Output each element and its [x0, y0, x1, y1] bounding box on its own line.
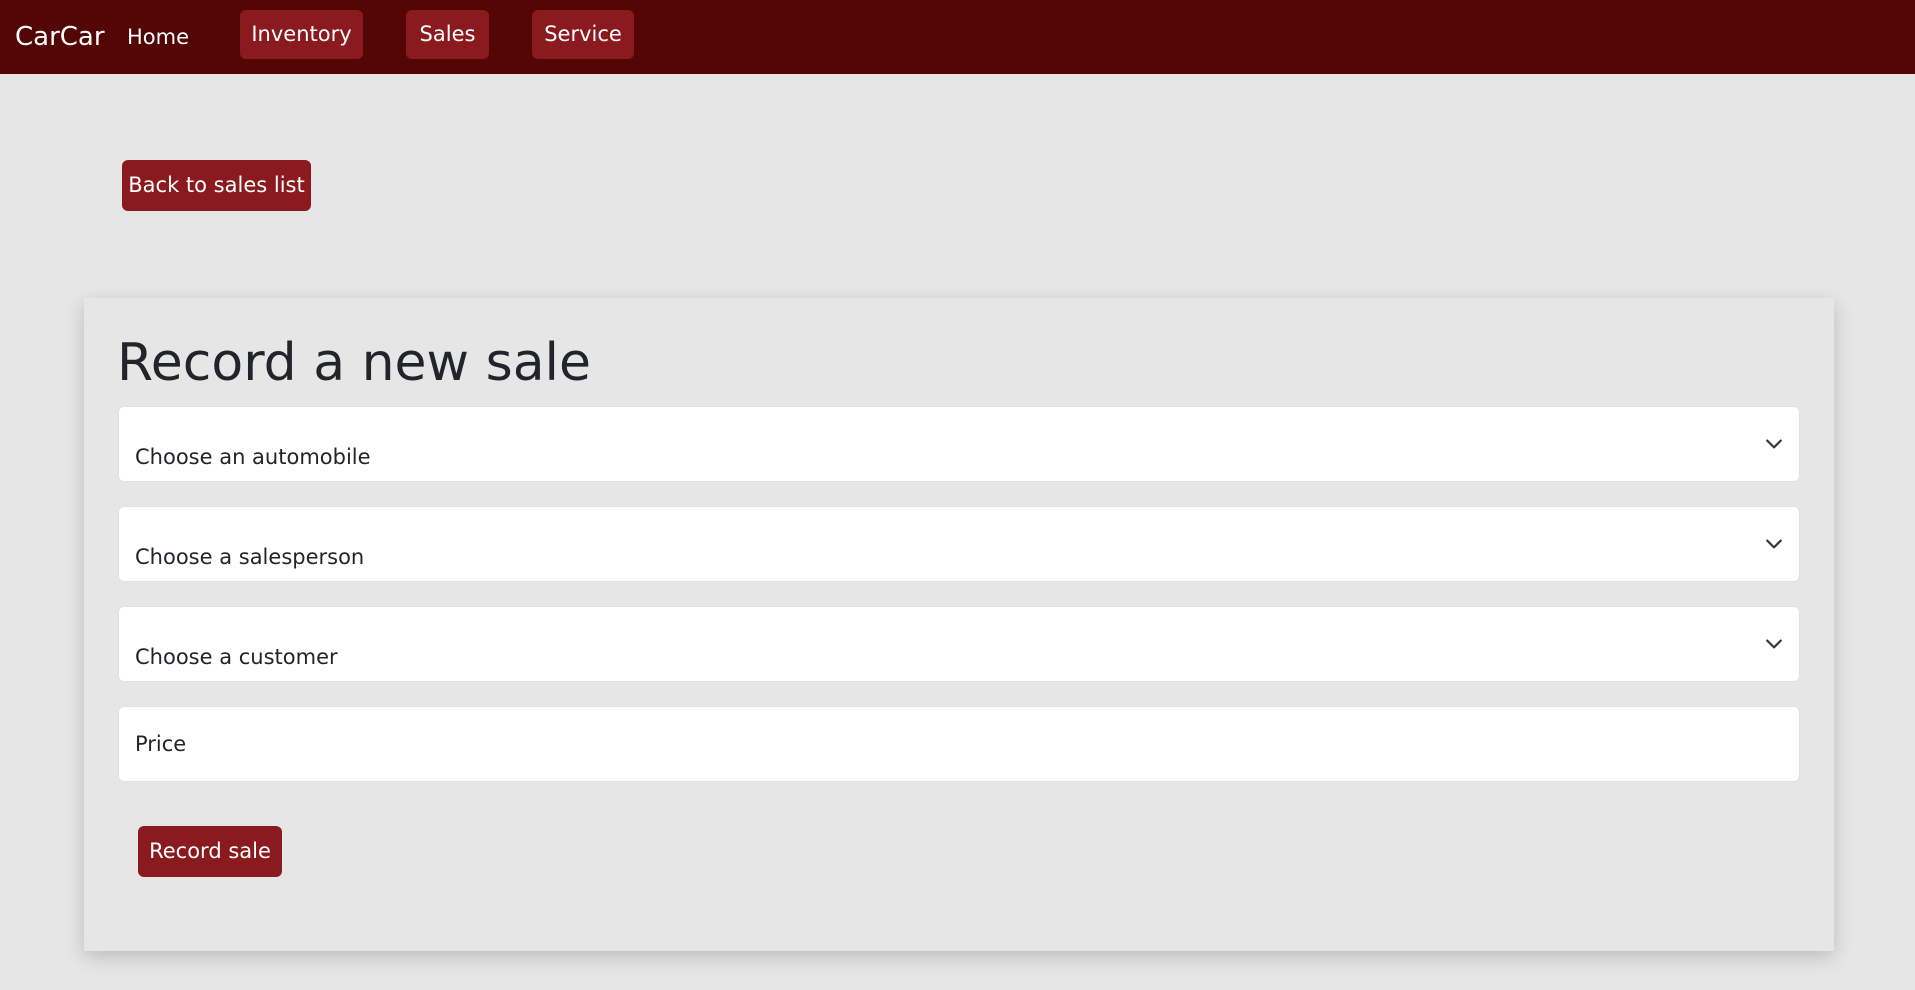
- nav-sales-button[interactable]: Sales: [406, 10, 489, 59]
- salesperson-select-value: Choose a salesperson: [135, 545, 365, 569]
- salesperson-select[interactable]: Choose a salesperson: [118, 506, 1800, 582]
- record-sale-button[interactable]: Record sale: [138, 826, 282, 877]
- nav-inventory-button[interactable]: Inventory: [240, 10, 363, 59]
- chevron-down-icon: [1766, 439, 1782, 449]
- customer-select[interactable]: Choose a customer: [118, 606, 1800, 682]
- nav-service-button[interactable]: Service: [532, 10, 634, 59]
- chevron-down-icon: [1766, 539, 1782, 549]
- price-input[interactable]: Price: [118, 706, 1800, 782]
- automobile-select[interactable]: Choose an automobile: [118, 406, 1800, 482]
- page-title: Record a new sale: [117, 333, 591, 393]
- sale-form-card: Record a new sale Choose an automobile C…: [84, 298, 1834, 951]
- top-navbar: CarCar Home Inventory Sales Service: [0, 0, 1915, 74]
- brand-link[interactable]: CarCar: [15, 20, 105, 54]
- back-to-sales-list-button[interactable]: Back to sales list: [122, 160, 311, 211]
- nav-home-link[interactable]: Home: [127, 23, 189, 51]
- price-input-placeholder: Price: [135, 732, 187, 756]
- automobile-select-value: Choose an automobile: [135, 445, 371, 469]
- customer-select-value: Choose a customer: [135, 645, 338, 669]
- chevron-down-icon: [1766, 639, 1782, 649]
